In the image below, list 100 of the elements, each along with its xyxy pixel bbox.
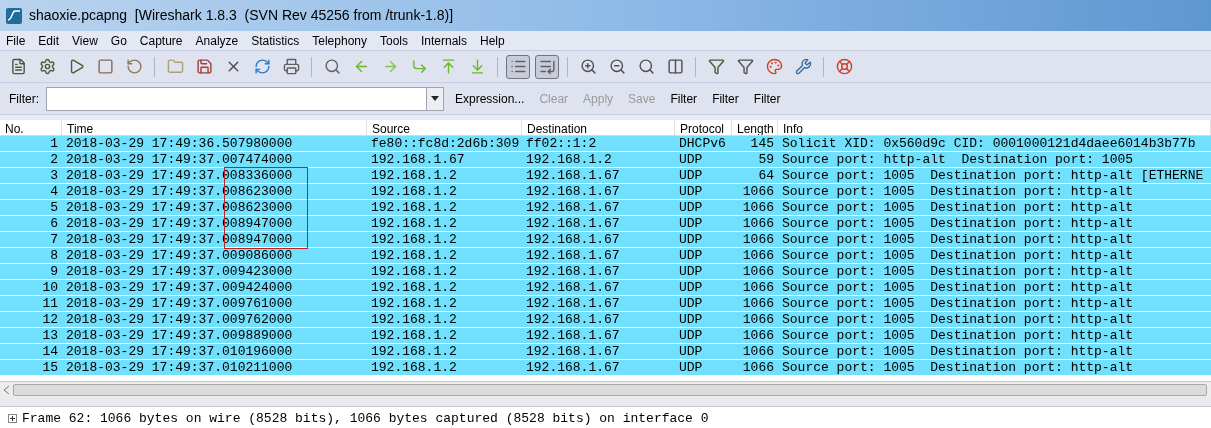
menu-item[interactable]: Analyze <box>195 31 239 50</box>
number-cell-text: 15 <box>41 360 59 375</box>
search-icon <box>323 58 341 75</box>
number-cell-text: 4 <box>49 184 59 199</box>
time-cell-text: 2018-03-29 17:49:37.009761000 <box>65 296 294 311</box>
horizontal-scrollbar[interactable] <box>0 381 1211 398</box>
protocol-cell-text: UDP <box>678 344 704 359</box>
toolbar-button[interactable] <box>535 54 559 79</box>
packet-row[interactable]: 9 2018-03-29 17:49:37.009423000 192.168.1.2 192.168.1.67 UDP 1066 Source port: 1005 Destination port: http-alt <box>0 264 1211 280</box>
restart-icon <box>125 58 143 75</box>
menu-item[interactable]: Telephony <box>312 31 367 50</box>
destination-cell-text: 192.168.1.67 <box>525 280 621 295</box>
destination-cell-text: 192.168.1.67 <box>525 168 621 183</box>
destination-cell-text: 192.168.1.2 <box>525 152 613 167</box>
column-header[interactable]: Time <box>62 120 367 135</box>
info-cell-text: Source port: 1005 Destination port: http-alt <box>781 232 1135 247</box>
time-cell-text: 2018-03-29 17:49:37.009762000 <box>65 312 294 327</box>
column-header[interactable]: Destination <box>522 120 675 135</box>
document-icon <box>9 58 27 75</box>
number-cell-text: 9 <box>49 264 59 279</box>
packet-row[interactable]: 11 2018-03-29 17:49:37.009761000 192.168.1.2 192.168.1.67 UDP 1066 Source port: 1005 Destination port: http-alt <box>0 296 1211 312</box>
length-cell-text: 1066 <box>741 216 775 231</box>
column-header[interactable]: Source <box>367 120 522 135</box>
menu-item[interactable]: Go <box>110 31 127 50</box>
palette-icon <box>765 58 783 75</box>
packet-row[interactable]: 8 2018-03-29 17:49:37.009086000 192.168.1.2 192.168.1.67 UDP 1066 Source port: 1005 Destination port: http-alt <box>0 248 1211 264</box>
packet-row[interactable]: 12 2018-03-29 17:49:37.009762000 192.168.1.2 192.168.1.67 UDP 1066 Source port: 1005 Destination port: http-alt <box>0 312 1211 328</box>
packet-row[interactable]: 1 2018-03-29 17:49:36.507980000 fe80::fc8d:2d6b:309 ff02::1:2 DHCPv6 145 Solicit XID: 0x560d9c CID: 0001000121d4daee6014b3b77b <box>0 136 1211 152</box>
source-cell-text: 192.168.1.2 <box>370 328 458 343</box>
menu-item[interactable]: Statistics <box>251 31 300 50</box>
destination-cell-text: 192.168.1.67 <box>525 232 621 247</box>
time-cell-text: 2018-03-29 17:49:37.007474000 <box>65 152 294 167</box>
packet-row[interactable]: 14 2018-03-29 17:49:37.010196000 192.168.1.2 192.168.1.67 UDP 1066 Source port: 1005 Destination port: http-alt <box>0 344 1211 360</box>
menu-item[interactable]: Help <box>480 31 505 50</box>
column-header[interactable]: No. <box>0 120 62 135</box>
source-cell-text: 192.168.1.2 <box>370 216 458 231</box>
column-header[interactable]: Protocol <box>675 120 732 135</box>
number-cell-text: 10 <box>41 280 59 295</box>
funnel-icon <box>707 58 725 75</box>
protocol-cell-text: UDP <box>678 200 704 215</box>
source-cell-text: 192.168.1.2 <box>370 184 458 199</box>
info-cell-text: Solicit XID: 0x560d9c CID: 0001000121d4daee6014b3b77b <box>781 136 1197 151</box>
protocol-cell-text: UDP <box>678 312 704 327</box>
filter-toolbar-button[interactable]: Filter <box>749 89 785 108</box>
window-title: shaoxie.pcapng [Wireshark 1.8.3 (SVN Rev 45256 from /trunk-1.8)] <box>29 6 454 25</box>
length-cell-text: 1066 <box>741 296 775 311</box>
reload-icon <box>253 58 271 75</box>
length-cell-text: 1066 <box>741 328 775 343</box>
protocol-cell-text: UDP <box>678 328 704 343</box>
destination-cell-text: 192.168.1.67 <box>525 360 621 375</box>
list-icon <box>509 58 527 75</box>
source-cell-text: 192.168.1.2 <box>370 280 458 295</box>
menu-item[interactable]: Edit <box>38 31 60 50</box>
filter-toolbar-button[interactable]: Expression... <box>451 89 529 108</box>
length-cell-text: 1066 <box>741 264 775 279</box>
scroll-thumb[interactable] <box>13 384 1207 397</box>
destination-cell-text: 192.168.1.67 <box>525 296 621 311</box>
menu-item[interactable]: Capture <box>139 31 183 50</box>
protocol-cell-text: UDP <box>678 152 704 167</box>
column-header[interactable]: Info <box>778 120 1211 135</box>
source-cell-text: 192.168.1.2 <box>370 264 458 279</box>
column-header[interactable]: Length <box>732 120 778 135</box>
plus-box-icon[interactable] <box>8 414 17 424</box>
length-cell-text: 64 <box>757 168 775 183</box>
filter-field[interactable] <box>46 86 444 111</box>
filter-toolbar-button[interactable]: Filter <box>666 89 702 108</box>
source-cell-text: 192.168.1.2 <box>370 312 458 327</box>
info-cell-text: Source port: 1005 Destination port: http-alt <box>781 328 1135 343</box>
length-cell-text: 1066 <box>741 312 775 327</box>
menu-item[interactable]: File <box>6 31 26 50</box>
length-cell-text: 145 <box>749 136 775 151</box>
number-cell-text: 12 <box>41 312 59 327</box>
time-cell-text: 2018-03-29 17:49:36.507980000 <box>65 136 294 151</box>
menu-item[interactable]: Internals <box>421 31 468 50</box>
number-cell-text: 6 <box>49 216 59 231</box>
zoom-in-icon <box>579 58 597 75</box>
time-cell-text: 2018-03-29 17:49:37.009086000 <box>65 248 294 263</box>
packet-row[interactable]: 2 2018-03-29 17:49:37.007474000 192.168.1.67 192.168.1.2 UDP 59 Source port: http-alt Destination port: 1005 <box>0 152 1211 168</box>
destination-cell-text: 192.168.1.67 <box>525 248 621 263</box>
number-cell-text: 13 <box>41 328 59 343</box>
toolbar-button[interactable] <box>506 54 530 79</box>
filter-toolbar-button[interactable]: Filter <box>708 89 743 108</box>
time-cell-text: 2018-03-29 17:49:37.009423000 <box>65 264 294 279</box>
info-cell-text: Source port: 1005 Destination port: http-alt <box>781 248 1135 263</box>
dropdown-button[interactable] <box>426 87 443 110</box>
gear-icon <box>38 58 56 75</box>
packet-row[interactable]: 15 2018-03-29 17:49:37.010211000 192.168.1.2 192.168.1.67 UDP 1066 Source port: 1005 Destination port: http-alt <box>0 360 1211 376</box>
menu-item[interactable]: View <box>72 31 98 50</box>
packet-row[interactable]: 10 2018-03-29 17:49:37.009424000 192.168.1.2 192.168.1.67 UDP 1066 Source port: 1005 Destination port: http-alt <box>0 280 1211 296</box>
protocol-cell-text: DHCPv6 <box>678 136 727 151</box>
filter-label: Filter: <box>9 90 39 108</box>
source-cell-text: 192.168.1.2 <box>370 232 458 247</box>
protocol-cell-text: UDP <box>678 296 704 311</box>
protocol-cell-text: UDP <box>678 280 704 295</box>
protocol-cell-text: UDP <box>678 264 704 279</box>
packet-row[interactable]: 13 2018-03-29 17:49:37.009889000 192.168.1.2 192.168.1.67 UDP 1066 Source port: 1005 Destination port: http-alt <box>0 328 1211 344</box>
destination-cell-text: ff02::1:2 <box>525 136 598 151</box>
menu-item[interactable]: Tools <box>380 31 408 50</box>
time-cell-text: 2018-03-29 17:49:37.010211000 <box>65 360 294 375</box>
source-cell-text: 192.168.1.2 <box>370 360 458 375</box>
